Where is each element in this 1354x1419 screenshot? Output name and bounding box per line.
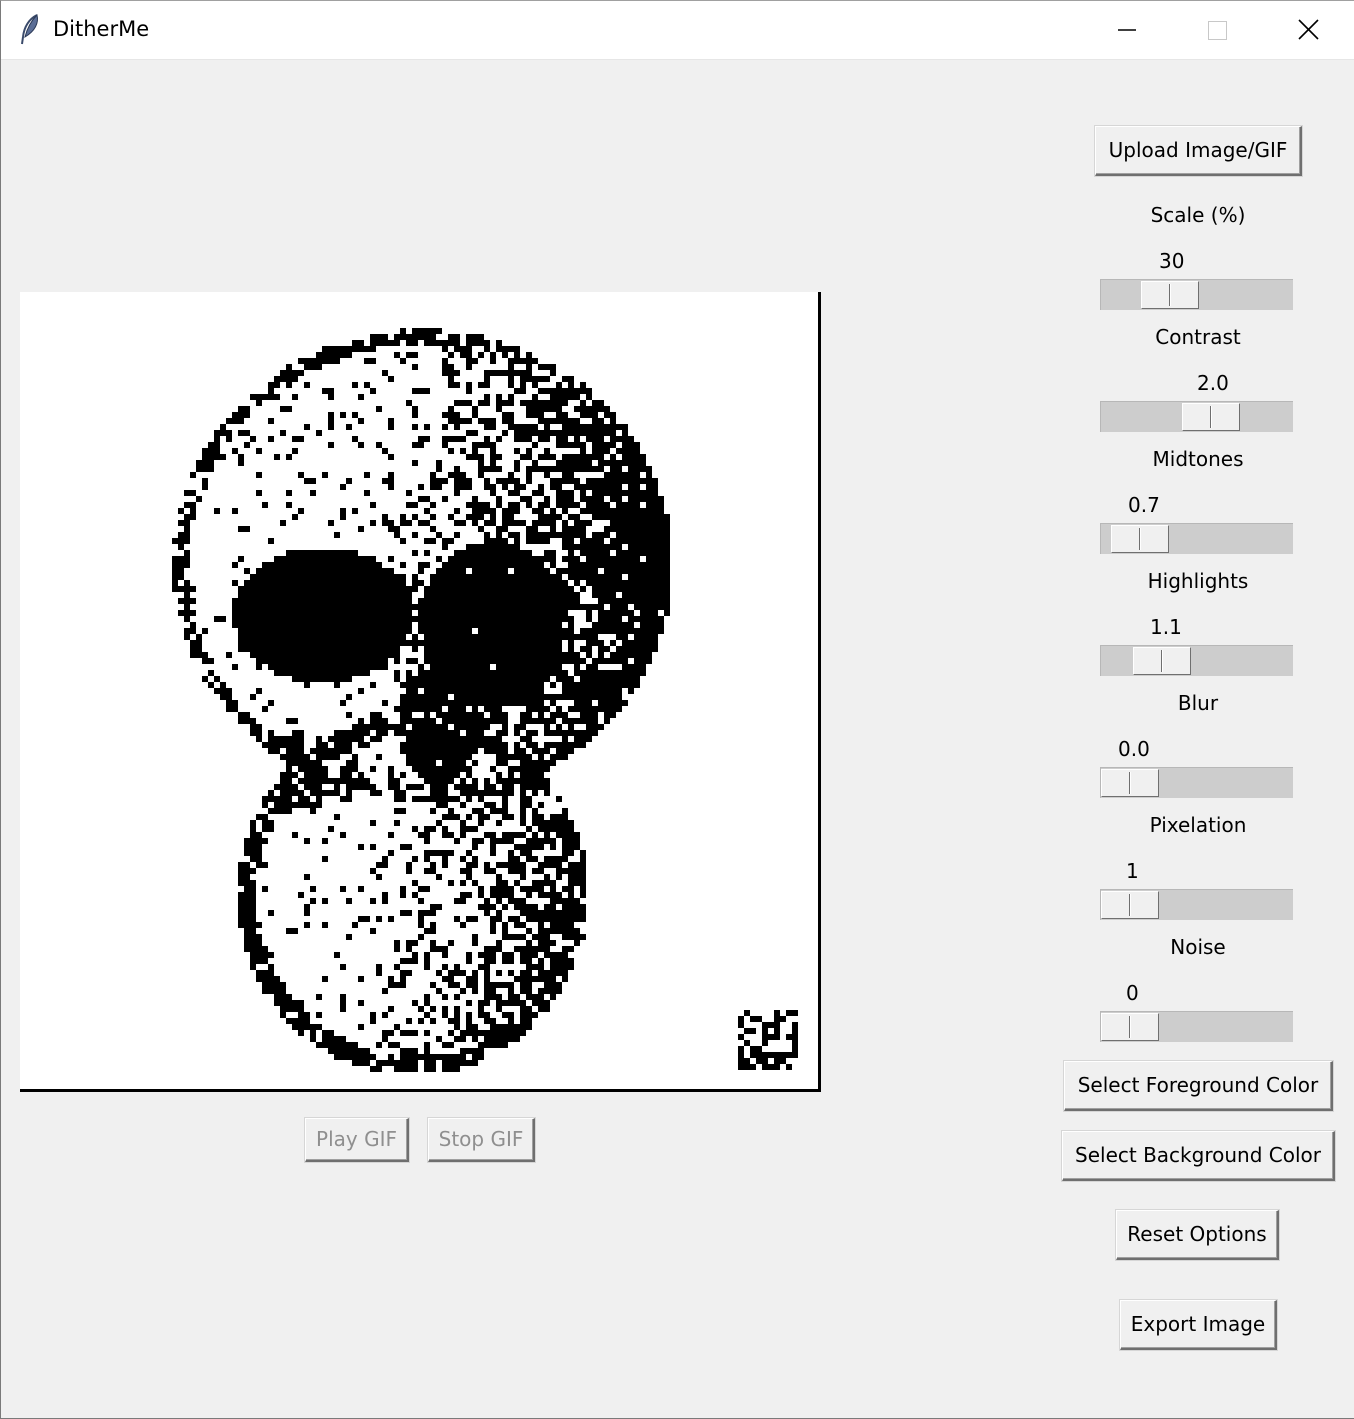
select-foreground-color-button[interactable]: Select Foreground Color [1064,1061,1333,1111]
midtones-value: 0.7 [1128,493,1160,517]
midtones-slider[interactable] [1100,523,1293,554]
maximize-icon [1208,21,1227,40]
scale-value: 30 [1159,249,1185,273]
pixelation-label: Pixelation [1149,813,1247,837]
blur-slider[interactable] [1100,767,1293,798]
play-gif-button[interactable]: Play GIF [305,1118,409,1162]
highlights-slider-thumb[interactable] [1133,647,1191,675]
scale-label: Scale (%) [1150,203,1246,227]
noise-slider-thumb[interactable] [1101,1013,1159,1041]
close-icon [1298,19,1319,40]
select-background-color-button[interactable]: Select Background Color [1062,1131,1335,1181]
contrast-slider[interactable] [1100,401,1293,432]
window-title: DitherMe [53,17,150,41]
upload-image-button[interactable]: Upload Image/GIF [1095,126,1302,176]
title-bar: DitherMe [1,1,1354,60]
maximize-button[interactable] [1172,1,1262,59]
minimize-button[interactable] [1082,1,1172,59]
contrast-value: 2.0 [1197,371,1229,395]
contrast-slider-thumb[interactable] [1182,403,1240,431]
blur-label: Blur [1177,691,1219,715]
dithered-skull-image [172,328,798,1072]
noise-value: 0 [1126,981,1139,1005]
contrast-label: Contrast [1155,325,1241,349]
noise-label: Noise [1170,935,1226,959]
stop-gif-button[interactable]: Stop GIF [428,1118,535,1162]
app-window: DitherMe Play GIF Stop GIF Upload Image/… [0,0,1354,1419]
pixelation-value: 1 [1126,859,1139,883]
blur-value: 0.0 [1118,737,1150,761]
export-image-button[interactable]: Export Image [1120,1300,1277,1350]
dither-pixels [172,328,798,1072]
highlights-value: 1.1 [1150,615,1182,639]
pixelation-slider-thumb[interactable] [1101,891,1159,919]
pixelation-slider[interactable] [1100,889,1293,920]
blur-slider-thumb[interactable] [1101,769,1159,797]
scale-slider[interactable] [1100,279,1293,310]
highlights-label: Highlights [1147,569,1249,593]
midtones-label: Midtones [1152,447,1244,471]
image-preview-canvas [20,292,821,1092]
minimize-icon [1118,29,1136,31]
reset-options-button[interactable]: Reset Options [1116,1210,1279,1260]
noise-slider[interactable] [1100,1011,1293,1042]
highlights-slider[interactable] [1100,645,1293,676]
midtones-slider-thumb[interactable] [1111,525,1169,553]
close-button[interactable] [1263,1,1353,59]
scale-slider-thumb[interactable] [1141,281,1199,309]
feather-icon [21,14,38,45]
